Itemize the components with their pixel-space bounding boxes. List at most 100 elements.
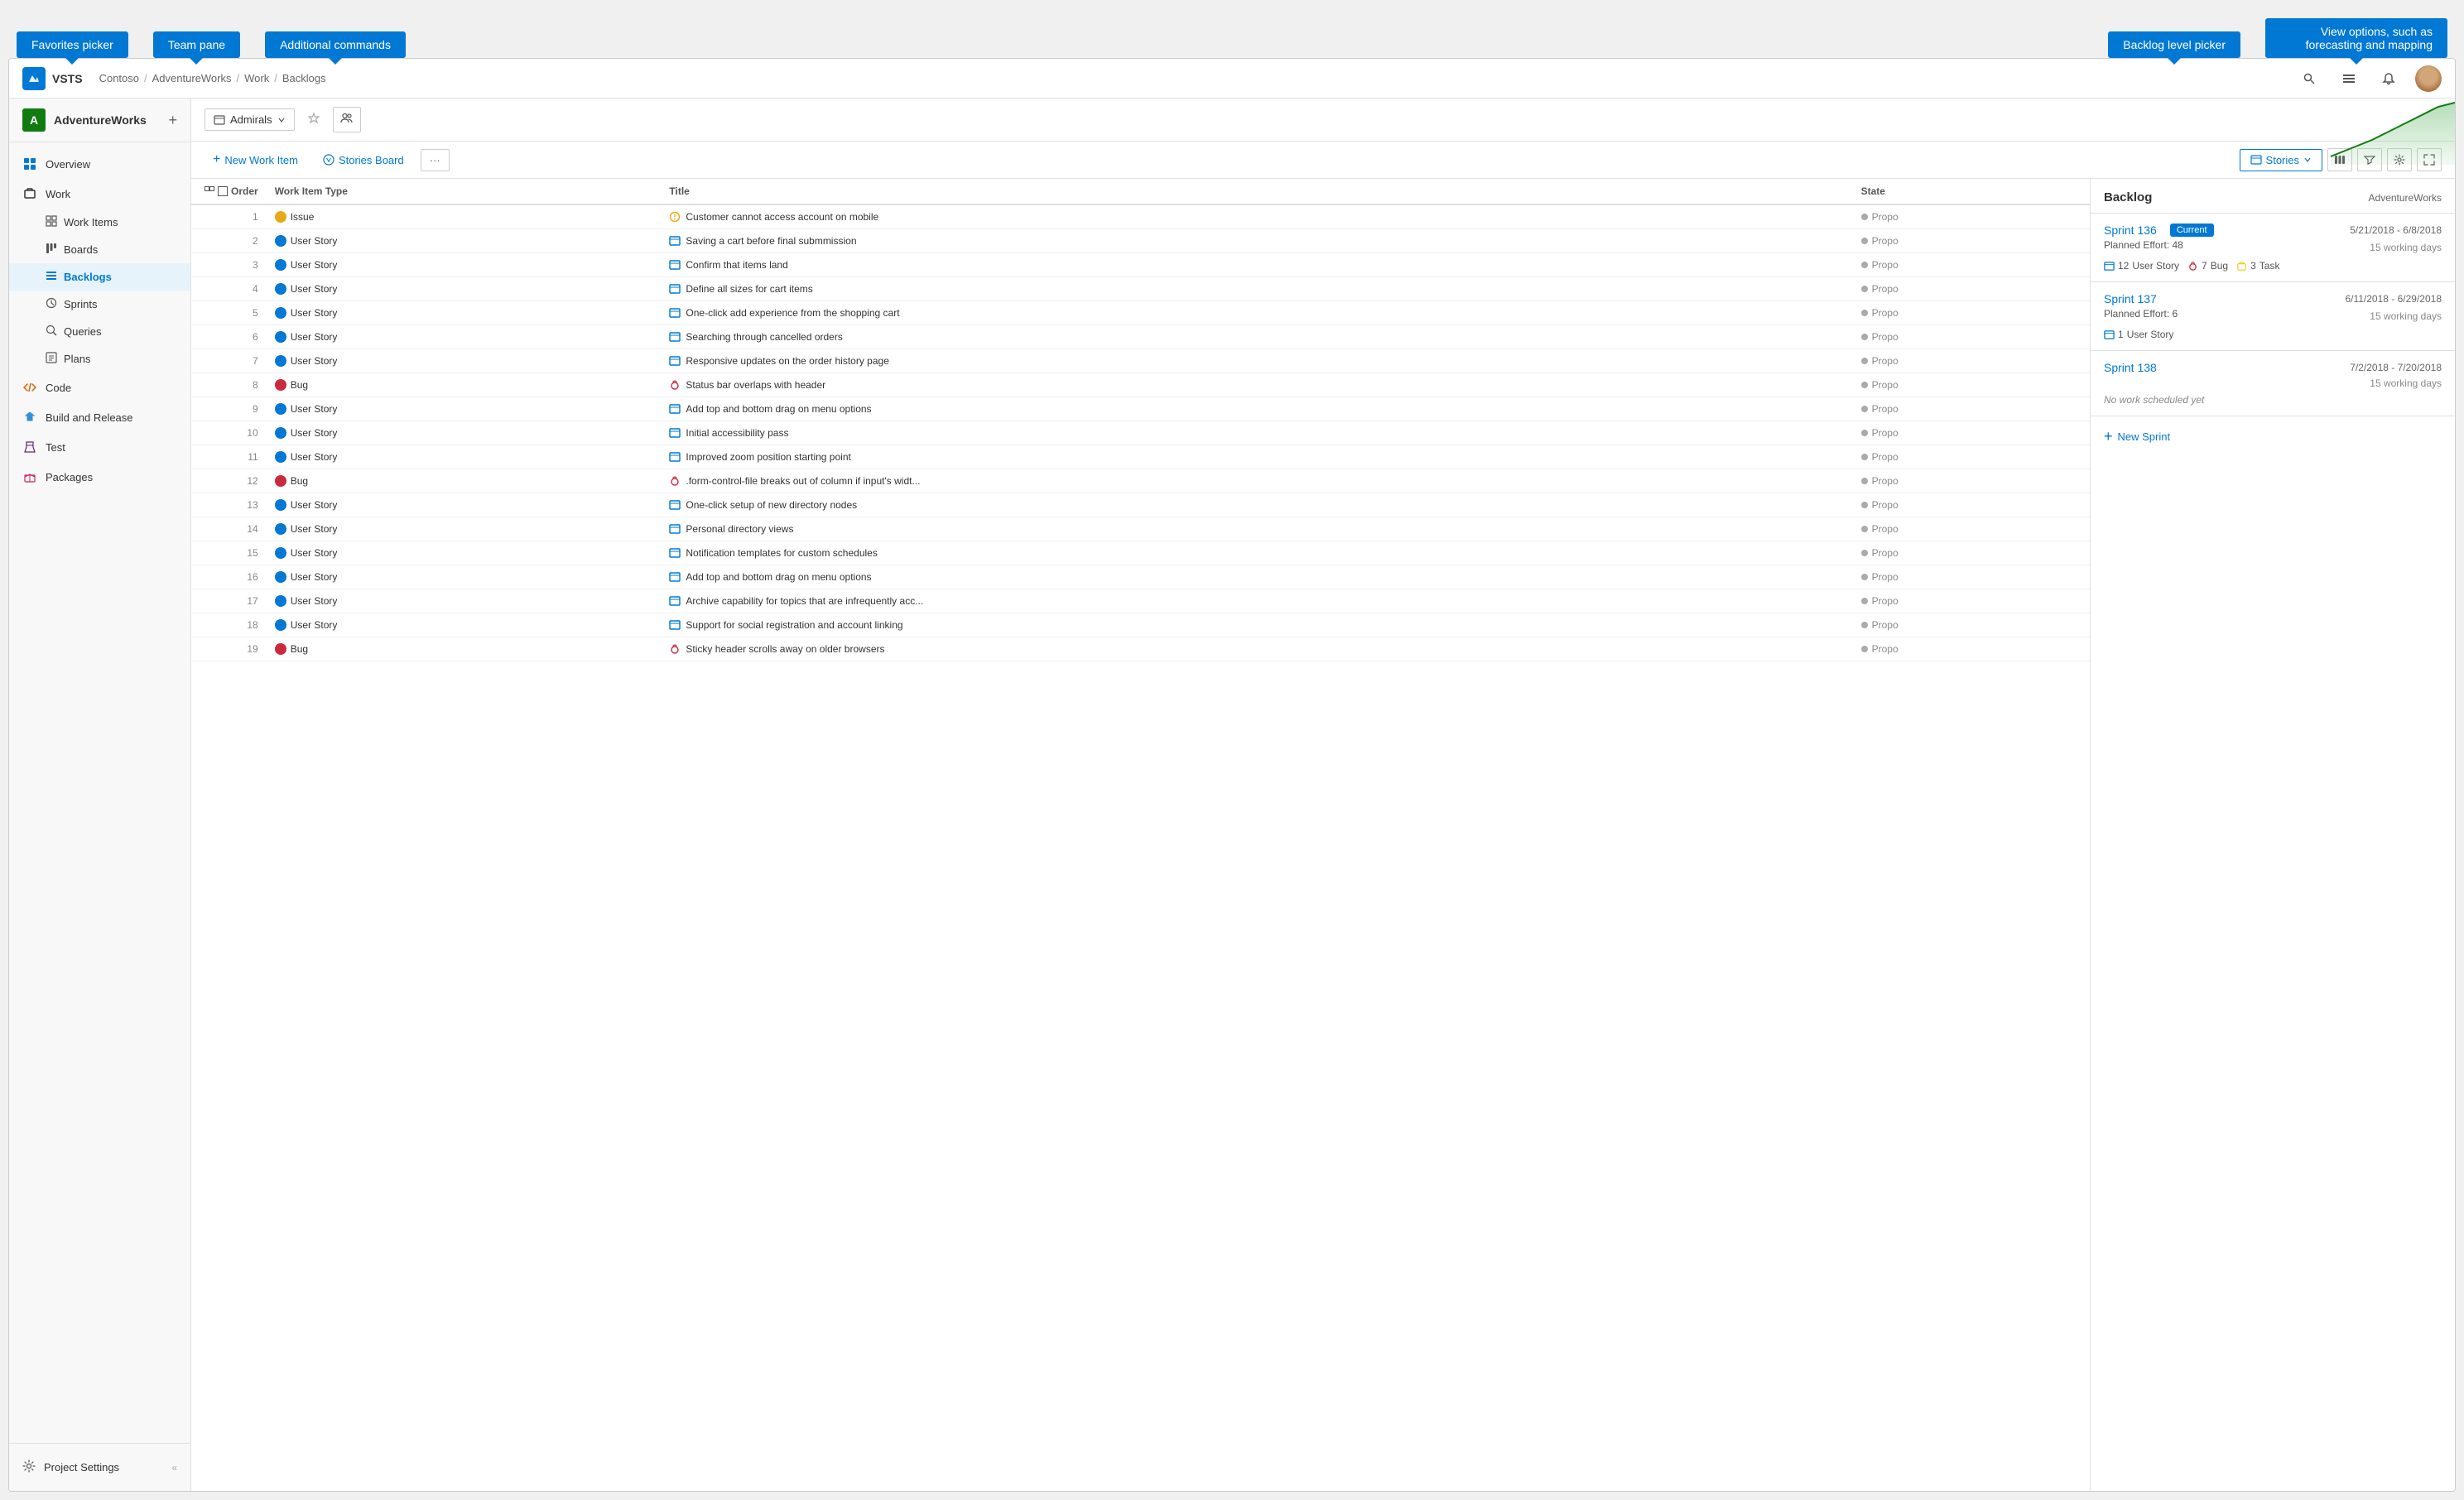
favorites-star-button[interactable] <box>303 108 325 132</box>
cell-title[interactable]: Add top and bottom drag on menu options <box>661 565 1852 589</box>
cell-title[interactable]: Responsive updates on the order history … <box>661 349 1852 373</box>
search-button[interactable] <box>2296 65 2322 92</box>
overview-icon <box>22 156 37 171</box>
cell-order: 7 <box>191 349 267 373</box>
table-row[interactable]: 10 User Story Initial accessibility pass… <box>191 421 2090 445</box>
sidebar-item-work-items[interactable]: Work Items <box>9 209 190 236</box>
state-dot <box>1861 358 1868 364</box>
title-text: Define all sizes for cart items <box>686 283 812 295</box>
cell-title[interactable]: Confirm that items land <box>661 253 1852 277</box>
table-row[interactable]: 8 Bug Status bar overlaps with header Pr… <box>191 373 2090 397</box>
table-row[interactable]: 2 User Story Saving a cart before final … <box>191 229 2090 253</box>
project-name[interactable]: AdventureWorks <box>54 113 160 127</box>
state-dot <box>1861 334 1868 340</box>
sprint-name[interactable]: Sprint 137 <box>2104 292 2157 305</box>
team-pane-tooltip[interactable]: Team pane <box>153 31 240 58</box>
cell-title[interactable]: Saving a cart before final submmission <box>661 229 1852 253</box>
title-text: Archive capability for topics that are i… <box>686 595 923 607</box>
cell-title[interactable]: .form-control-file breaks out of column … <box>661 469 1852 493</box>
table-row[interactable]: 14 User Story Personal directory views P… <box>191 517 2090 541</box>
cell-title[interactable]: Initial accessibility pass <box>661 421 1852 445</box>
stories-board-button[interactable]: Stories Board <box>315 150 412 171</box>
sidebar-item-packages[interactable]: Packages <box>9 462 190 492</box>
cell-title[interactable]: Customer cannot access account on mobile <box>661 204 1852 229</box>
table-row[interactable]: 18 User Story Support for social registr… <box>191 613 2090 637</box>
tag-count: 12 <box>2118 260 2129 272</box>
cell-order: 2 <box>191 229 267 253</box>
cell-title[interactable]: Improved zoom position starting point <box>661 445 1852 469</box>
table-row[interactable]: 7 User Story Responsive updates on the o… <box>191 349 2090 373</box>
type-icon <box>275 283 286 295</box>
view-options-tooltip[interactable]: View options, such as forecasting and ma… <box>2265 18 2447 58</box>
new-work-item-plus-icon: + <box>213 152 220 167</box>
sidebar-item-work[interactable]: Work <box>9 179 190 209</box>
additional-commands-tooltip[interactable]: Additional commands <box>265 31 406 58</box>
sidebar-item-boards[interactable]: Boards <box>9 236 190 263</box>
sprint-name[interactable]: Sprint 138 <box>2104 361 2157 374</box>
cell-title[interactable]: Status bar overlaps with header <box>661 373 1852 397</box>
breadcrumb-adventureworks[interactable]: AdventureWorks <box>152 72 232 84</box>
cell-title[interactable]: Add top and bottom drag on menu options <box>661 397 1852 421</box>
cell-title[interactable]: Archive capability for topics that are i… <box>661 589 1852 613</box>
cell-title[interactable]: One-click add experience from the shoppi… <box>661 301 1852 325</box>
sprint-working-days: 15 working days <box>2370 310 2442 322</box>
state-dot <box>1861 646 1868 652</box>
breadcrumb-work[interactable]: Work <box>244 72 269 84</box>
new-sprint-button[interactable]: + New Sprint <box>2091 416 2455 457</box>
table-row[interactable]: 16 User Story Add top and bottom drag on… <box>191 565 2090 589</box>
type-label: User Story <box>291 355 338 367</box>
table-row[interactable]: 19 Bug Sticky header scrolls away on old… <box>191 637 2090 661</box>
sidebar-item-backlogs[interactable]: Backlogs <box>9 263 190 291</box>
cell-title[interactable]: Notification templates for custom schedu… <box>661 541 1852 565</box>
col-state[interactable]: State <box>1853 179 2090 204</box>
sidebar-item-plans[interactable]: Plans <box>9 345 190 373</box>
stories-board-label: Stories Board <box>339 154 404 166</box>
table-row[interactable]: 9 User Story Add top and bottom drag on … <box>191 397 2090 421</box>
new-work-item-button[interactable]: + New Work Item <box>205 148 306 171</box>
table-row[interactable]: 17 User Story Archive capability for top… <box>191 589 2090 613</box>
sidebar-item-queries[interactable]: Queries <box>9 318 190 345</box>
main-content: A AdventureWorks + Overview Work <box>9 99 2455 1491</box>
cell-title[interactable]: One-click setup of new directory nodes <box>661 493 1852 517</box>
cell-title[interactable]: Sticky header scrolls away on older brow… <box>661 637 1852 661</box>
sidebar-item-test[interactable]: Test <box>9 432 190 462</box>
project-settings-item[interactable]: Project Settings « <box>9 1452 190 1483</box>
table-row[interactable]: 1 Issue Customer cannot access account o… <box>191 204 2090 229</box>
cell-title[interactable]: Searching through cancelled orders <box>661 325 1852 349</box>
backlog-level-picker-tooltip[interactable]: Backlog level picker <box>2108 31 2240 58</box>
list-button[interactable] <box>2336 65 2362 92</box>
topbar-logo[interactable]: VSTS <box>22 67 83 90</box>
sidebar-item-overview[interactable]: Overview <box>9 149 190 179</box>
table-row[interactable]: 3 User Story Confirm that items land Pro… <box>191 253 2090 277</box>
breadcrumb-backlogs[interactable]: Backlogs <box>282 72 326 84</box>
cell-title[interactable]: Personal directory views <box>661 517 1852 541</box>
favorites-picker-tooltip[interactable]: Favorites picker <box>17 31 128 58</box>
table-row[interactable]: 13 User Story One-click setup of new dir… <box>191 493 2090 517</box>
team-selector[interactable]: Admirals <box>205 108 295 131</box>
table-row[interactable]: 4 User Story Define all sizes for cart i… <box>191 277 2090 301</box>
user-avatar[interactable] <box>2415 65 2442 92</box>
sidebar-item-code[interactable]: Code <box>9 373 190 402</box>
sprint-name[interactable]: Sprint 136 <box>2104 224 2157 237</box>
table-row[interactable]: 15 User Story Notification templates for… <box>191 541 2090 565</box>
more-options-button[interactable]: ··· <box>421 149 450 171</box>
col-type[interactable]: Work Item Type <box>267 179 662 204</box>
table-row[interactable]: 12 Bug .form-control-file breaks out of … <box>191 469 2090 493</box>
cell-title[interactable]: Support for social registration and acco… <box>661 613 1852 637</box>
table-row[interactable]: 11 User Story Improved zoom position sta… <box>191 445 2090 469</box>
notifications-button[interactable] <box>2375 65 2402 92</box>
sidebar-item-sprints[interactable]: Sprints <box>9 291 190 318</box>
sidebar-item-build-release[interactable]: Build and Release <box>9 402 190 432</box>
breadcrumb-contoso[interactable]: Contoso <box>99 72 139 84</box>
panel-header: Backlog AdventureWorks <box>2091 179 2455 214</box>
bug-icon <box>669 643 681 655</box>
type-icon <box>275 547 286 559</box>
cell-title[interactable]: Define all sizes for cart items <box>661 277 1852 301</box>
col-title[interactable]: Title <box>661 179 1852 204</box>
story-icon <box>669 571 681 583</box>
col-order[interactable]: Order <box>191 179 267 204</box>
team-members-button[interactable] <box>333 107 361 132</box>
table-row[interactable]: 6 User Story Searching through cancelled… <box>191 325 2090 349</box>
project-add-button[interactable]: + <box>168 112 177 129</box>
table-row[interactable]: 5 User Story One-click add experience fr… <box>191 301 2090 325</box>
